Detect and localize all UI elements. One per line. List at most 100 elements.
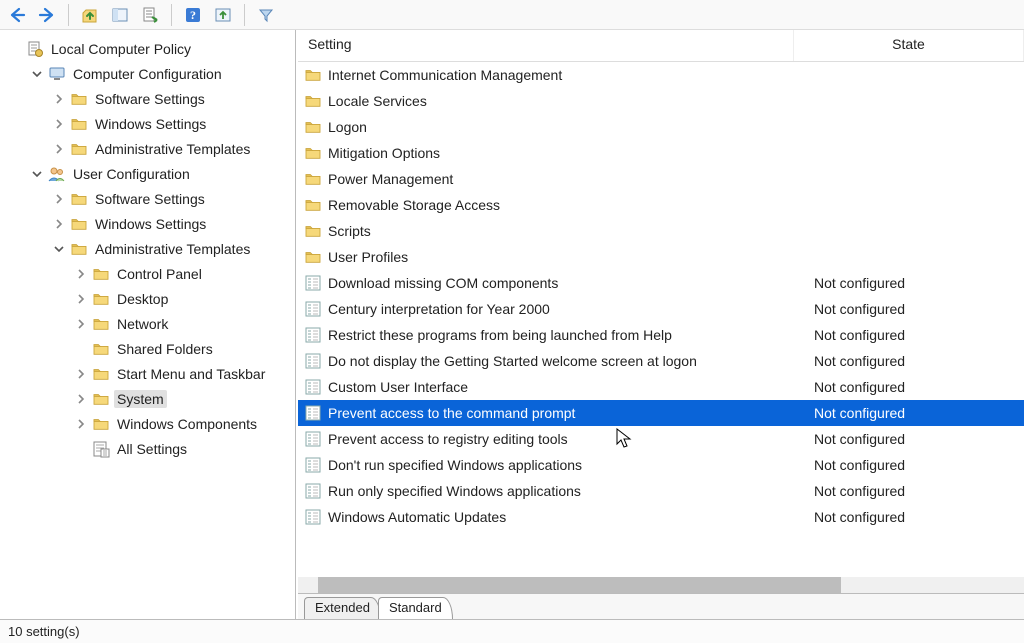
chevron-down-icon[interactable]	[30, 167, 44, 181]
chevron-down-icon[interactable]	[52, 242, 66, 256]
list-folder-row[interactable]: Internet Communication Management	[298, 62, 1024, 88]
tree-node[interactable]: System	[6, 386, 295, 411]
tab-standard[interactable]: Standard	[378, 597, 453, 619]
tree-pane[interactable]: Local Computer Policy Computer Configurat…	[0, 30, 296, 619]
all-settings-icon	[92, 440, 110, 458]
tree-node[interactable]: Windows Settings	[6, 111, 295, 136]
folder-icon	[304, 118, 322, 136]
chevron-right-icon[interactable]	[74, 392, 88, 406]
row-setting-label: Download missing COM components	[328, 275, 804, 291]
chevron-right-icon[interactable]	[52, 117, 66, 131]
chevron-right-icon[interactable]	[74, 267, 88, 281]
twisty-spacer	[74, 342, 88, 356]
chevron-right-icon[interactable]	[52, 192, 66, 206]
row-setting-label: Windows Automatic Updates	[328, 509, 804, 525]
list-setting-row[interactable]: Prevent access to the command promptNot …	[298, 400, 1024, 426]
list-folder-row[interactable]: Logon	[298, 114, 1024, 140]
list-setting-row[interactable]: Download missing COM componentsNot confi…	[298, 270, 1024, 296]
tab-extended[interactable]: Extended	[304, 597, 381, 619]
tree-node-label: Windows Settings	[92, 115, 209, 133]
row-setting-label: Power Management	[328, 171, 804, 187]
tree-node[interactable]: Shared Folders	[6, 336, 295, 361]
list-setting-row[interactable]: Century interpretation for Year 2000Not …	[298, 296, 1024, 322]
list-folder-row[interactable]: Power Management	[298, 166, 1024, 192]
setting-icon	[304, 378, 322, 396]
row-setting-label: User Profiles	[328, 249, 804, 265]
computer-icon	[48, 65, 66, 83]
chevron-right-icon[interactable]	[52, 92, 66, 106]
chevron-right-icon[interactable]	[74, 417, 88, 431]
list-setting-row[interactable]: Do not display the Getting Started welco…	[298, 348, 1024, 374]
setting-icon	[304, 352, 322, 370]
folder-icon	[304, 222, 322, 240]
list-body[interactable]: Internet Communication Management Locale …	[298, 62, 1024, 577]
tree-node[interactable]: Local Computer Policy	[6, 36, 295, 61]
horizontal-scrollbar[interactable]	[298, 577, 1024, 593]
status-text: 10 setting(s)	[8, 624, 80, 639]
chevron-right-icon[interactable]	[74, 317, 88, 331]
tree-node[interactable]: Software Settings	[6, 86, 295, 111]
folder-icon	[70, 140, 88, 158]
tree-node[interactable]: Administrative Templates	[6, 236, 295, 261]
tree-node-label: Local Computer Policy	[48, 40, 194, 58]
folder-icon	[70, 215, 88, 233]
chevron-right-icon[interactable]	[52, 217, 66, 231]
svg-text:?: ?	[190, 8, 196, 22]
list-setting-row[interactable]: Prevent access to registry editing tools…	[298, 426, 1024, 452]
folder-icon	[92, 365, 110, 383]
folder-icon	[92, 315, 110, 333]
folder-icon	[70, 115, 88, 133]
tree-node[interactable]: All Settings	[6, 436, 295, 461]
list-folder-row[interactable]: User Profiles	[298, 244, 1024, 270]
folder-icon	[92, 415, 110, 433]
tree-node[interactable]: User Configuration	[6, 161, 295, 186]
row-setting-label: Locale Services	[328, 93, 804, 109]
list-setting-row[interactable]: Custom User InterfaceNot configured	[298, 374, 1024, 400]
tree-node-label: Software Settings	[92, 190, 208, 208]
tree-node[interactable]: Computer Configuration	[6, 61, 295, 86]
list-folder-row[interactable]: Scripts	[298, 218, 1024, 244]
row-state-label: Not configured	[810, 509, 1024, 525]
up-button[interactable]	[79, 4, 101, 26]
row-setting-label: Removable Storage Access	[328, 197, 804, 213]
list-setting-row[interactable]: Don't run specified Windows applications…	[298, 452, 1024, 478]
tree-node[interactable]: Software Settings	[6, 186, 295, 211]
filter-button[interactable]	[255, 4, 277, 26]
column-header-state[interactable]: State	[794, 30, 1024, 61]
tree-node-label: Start Menu and Taskbar	[114, 365, 268, 383]
show-hide-tree-button[interactable]	[109, 4, 131, 26]
folder-icon	[304, 248, 322, 266]
list-folder-row[interactable]: Locale Services	[298, 88, 1024, 114]
tree-node[interactable]: Windows Settings	[6, 211, 295, 236]
list-setting-row[interactable]: Restrict these programs from being launc…	[298, 322, 1024, 348]
row-setting-label: Prevent access to the command prompt	[328, 405, 804, 421]
tree-node[interactable]: Windows Components	[6, 411, 295, 436]
tree-node[interactable]: Desktop	[6, 286, 295, 311]
chevron-right-icon[interactable]	[52, 142, 66, 156]
tree-node-label: Administrative Templates	[92, 240, 253, 258]
tree-node[interactable]: Network	[6, 311, 295, 336]
forward-button[interactable]	[36, 4, 58, 26]
folder-icon	[70, 190, 88, 208]
folder-icon	[92, 390, 110, 408]
tree-node[interactable]: Start Menu and Taskbar	[6, 361, 295, 386]
tree-node[interactable]: Administrative Templates	[6, 136, 295, 161]
row-state-label: Not configured	[810, 353, 1024, 369]
tree-node[interactable]: Control Panel	[6, 261, 295, 286]
tab-bar: Extended Standard	[298, 593, 1024, 619]
row-setting-label: Prevent access to registry editing tools	[328, 431, 804, 447]
chevron-down-icon[interactable]	[30, 67, 44, 81]
help-button[interactable]: ?	[182, 4, 204, 26]
chevron-right-icon[interactable]	[74, 367, 88, 381]
folder-icon	[304, 196, 322, 214]
list-folder-row[interactable]: Removable Storage Access	[298, 192, 1024, 218]
column-header-setting[interactable]: Setting	[298, 30, 794, 61]
chevron-right-icon[interactable]	[74, 292, 88, 306]
apply-button[interactable]	[212, 4, 234, 26]
export-list-button[interactable]	[139, 4, 161, 26]
list-setting-row[interactable]: Run only specified Windows applicationsN…	[298, 478, 1024, 504]
list-setting-row[interactable]: Windows Automatic Updates Not configured	[298, 504, 1024, 530]
list-folder-row[interactable]: Mitigation Options	[298, 140, 1024, 166]
back-button[interactable]	[6, 4, 28, 26]
setting-icon	[304, 274, 322, 292]
